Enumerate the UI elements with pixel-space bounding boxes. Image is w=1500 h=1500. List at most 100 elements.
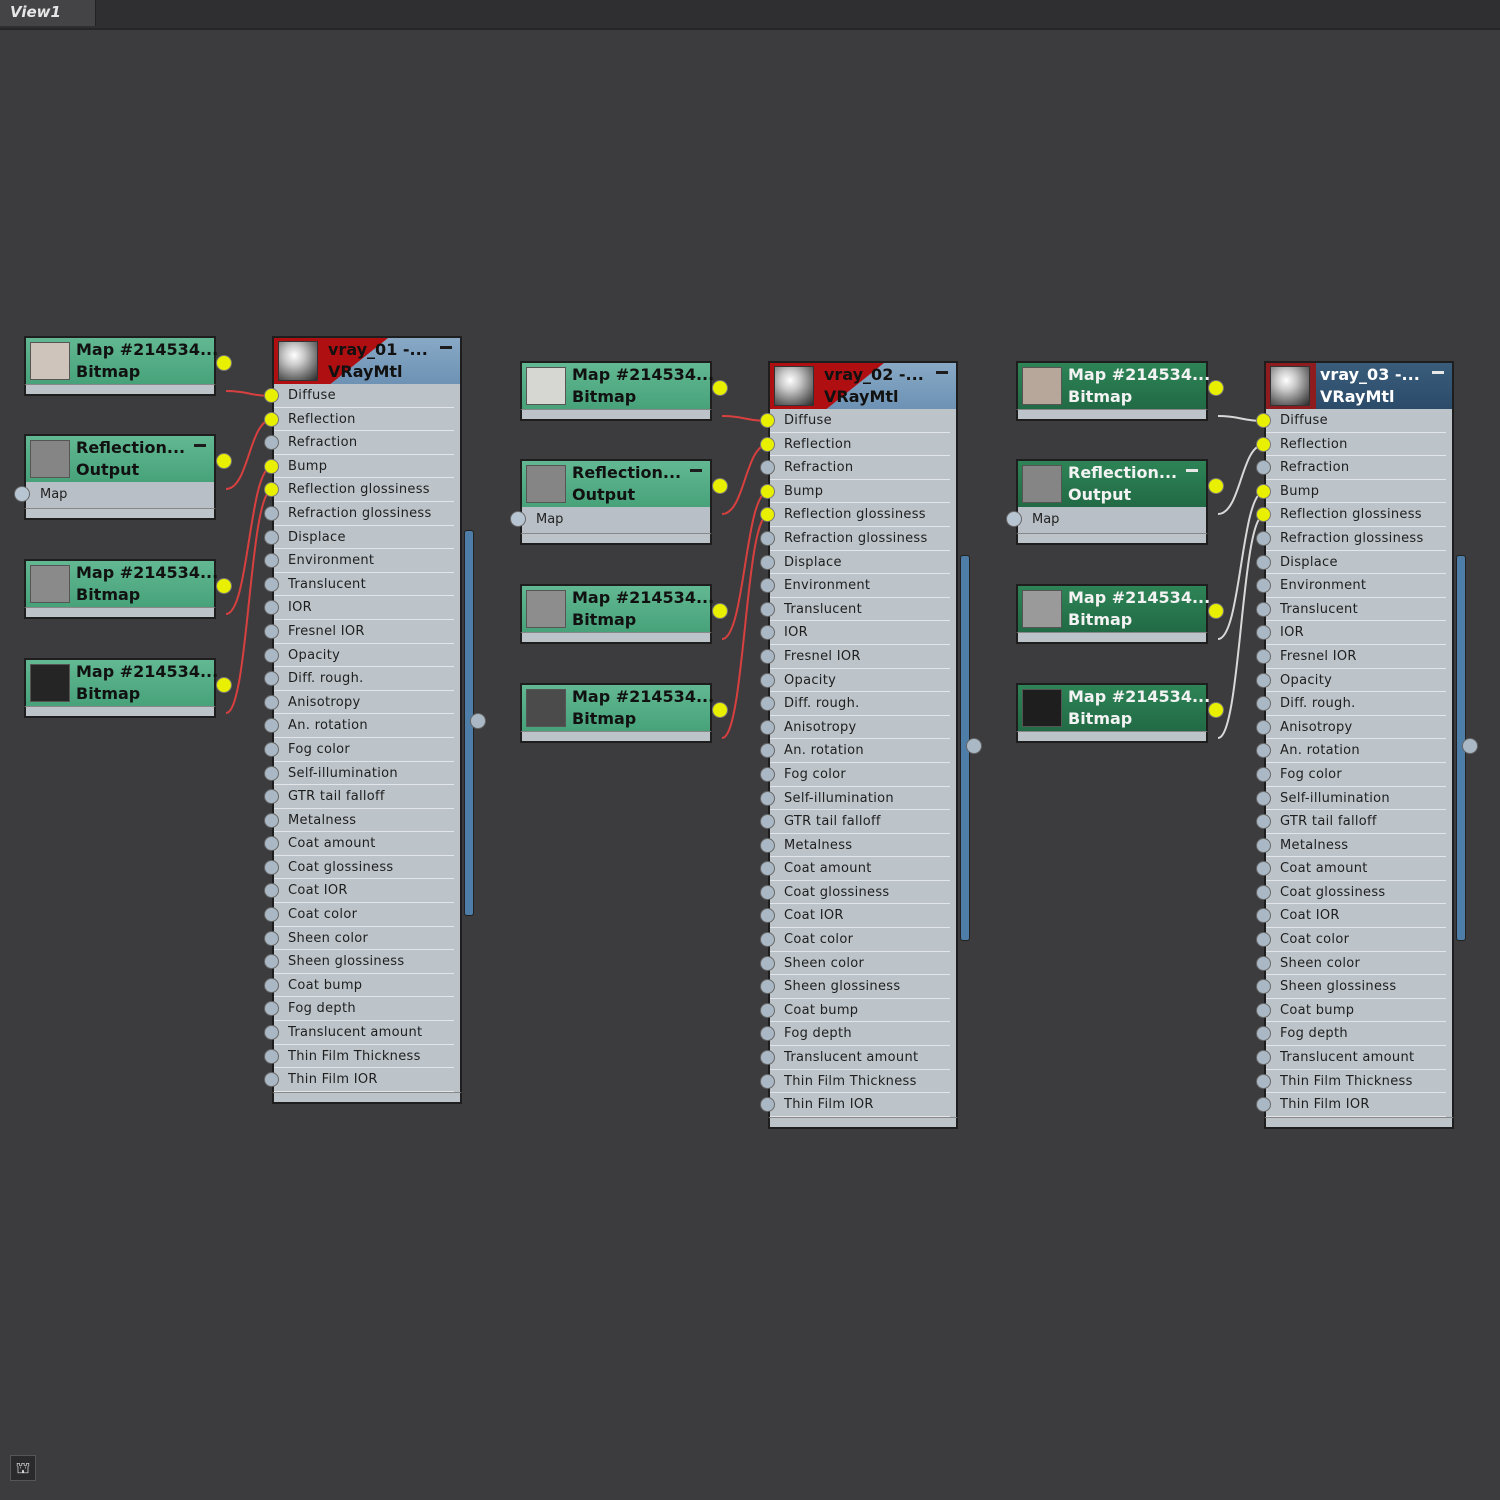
slot-socket[interactable] bbox=[760, 530, 775, 546]
slot-socket[interactable] bbox=[264, 623, 279, 639]
map-node[interactable]: Reflection... Output Map bbox=[1006, 459, 1224, 545]
output-socket[interactable] bbox=[1208, 478, 1224, 494]
slot-socket[interactable] bbox=[264, 954, 279, 970]
output-socket[interactable] bbox=[216, 677, 232, 693]
input-socket[interactable] bbox=[1006, 511, 1022, 527]
material-slot[interactable]: Thin Film IOR bbox=[264, 1068, 454, 1092]
slot-socket[interactable] bbox=[264, 859, 279, 875]
map-node[interactable]: Reflection... Output Map bbox=[14, 434, 232, 520]
material-slot[interactable]: Coat glossiness bbox=[760, 881, 950, 905]
slot-socket[interactable] bbox=[760, 932, 775, 948]
slot-socket[interactable] bbox=[264, 741, 279, 757]
slot-socket[interactable] bbox=[760, 648, 775, 664]
output-socket[interactable] bbox=[712, 380, 728, 396]
material-slot[interactable]: Sheen glossiness bbox=[264, 950, 454, 974]
slot-socket[interactable] bbox=[1256, 908, 1271, 924]
slot-socket[interactable] bbox=[760, 814, 775, 830]
slot-socket[interactable] bbox=[760, 1073, 775, 1089]
slot-socket[interactable] bbox=[264, 411, 279, 427]
slot-socket[interactable] bbox=[760, 908, 775, 924]
map-node[interactable]: Map #214534... Bitmap bbox=[520, 683, 728, 743]
material-slot[interactable]: Environment bbox=[264, 549, 454, 573]
slot-socket[interactable] bbox=[1256, 719, 1271, 735]
material-slot[interactable]: Bump bbox=[760, 480, 950, 504]
material-slot[interactable]: Coat glossiness bbox=[264, 856, 454, 880]
slot-socket[interactable] bbox=[264, 482, 279, 498]
map-node-header[interactable]: Map #214534... Bitmap bbox=[24, 336, 232, 384]
material-slot[interactable]: Diffuse bbox=[760, 409, 950, 433]
map-node-header[interactable]: Reflection... Output bbox=[520, 459, 728, 507]
slot-socket[interactable] bbox=[264, 529, 279, 545]
material-slot[interactable]: Anisotropy bbox=[1256, 716, 1446, 740]
material-slot[interactable]: Thin Film Thickness bbox=[760, 1070, 950, 1094]
slot-socket[interactable] bbox=[1256, 790, 1271, 806]
material-slot[interactable]: Bump bbox=[1256, 480, 1446, 504]
material-node-header[interactable]: vray_01 -... VRayMtl bbox=[272, 336, 462, 384]
slot-socket[interactable] bbox=[264, 600, 279, 616]
material-slot[interactable]: Reflection glossiness bbox=[760, 503, 950, 527]
map-node[interactable]: Map #214534... Bitmap bbox=[520, 584, 728, 644]
material-node-header[interactable]: vray_02 -... VRayMtl bbox=[768, 361, 958, 409]
material-slot[interactable]: Metalness bbox=[760, 834, 950, 858]
material-slot[interactable]: Refraction glossiness bbox=[1256, 527, 1446, 551]
map-node[interactable]: Map #214534... Bitmap bbox=[1016, 683, 1224, 743]
slot-socket[interactable] bbox=[264, 505, 279, 521]
material-slot[interactable]: GTR tail falloff bbox=[264, 785, 454, 809]
material-slot[interactable]: IOR bbox=[760, 621, 950, 645]
slot-socket[interactable] bbox=[264, 671, 279, 687]
map-node-header[interactable]: Map #214534... Bitmap bbox=[520, 683, 728, 731]
slot-socket[interactable] bbox=[760, 837, 775, 853]
slot-socket[interactable] bbox=[264, 789, 279, 805]
material-slot[interactable]: Environment bbox=[1256, 574, 1446, 598]
collapse-icon[interactable] bbox=[440, 346, 452, 349]
material-slot[interactable]: Self-illumination bbox=[264, 762, 454, 786]
slot-socket[interactable] bbox=[760, 955, 775, 971]
slot-socket[interactable] bbox=[1256, 1002, 1271, 1018]
slot-socket[interactable] bbox=[760, 436, 775, 452]
collapse-icon[interactable] bbox=[1186, 469, 1198, 472]
material-slot[interactable]: Refraction bbox=[264, 431, 454, 455]
map-node[interactable]: Map #214534... Bitmap bbox=[520, 361, 728, 421]
output-socket[interactable] bbox=[712, 603, 728, 619]
material-slot[interactable]: Fog color bbox=[760, 763, 950, 787]
slot-socket[interactable] bbox=[760, 413, 775, 428]
output-socket[interactable] bbox=[712, 702, 728, 718]
input-socket[interactable] bbox=[510, 511, 526, 527]
slot-socket[interactable] bbox=[1256, 672, 1271, 688]
map-node-header[interactable]: Reflection... Output bbox=[1016, 459, 1224, 507]
slot-socket[interactable] bbox=[1256, 766, 1271, 782]
slot-socket[interactable] bbox=[1256, 554, 1271, 570]
material-slot[interactable]: Coat glossiness bbox=[1256, 881, 1446, 905]
material-slot[interactable]: Coat bump bbox=[264, 974, 454, 998]
slot-socket[interactable] bbox=[1256, 696, 1271, 712]
output-socket[interactable] bbox=[712, 478, 728, 494]
material-output-socket[interactable] bbox=[1462, 738, 1478, 754]
material-slot[interactable]: Translucent amount bbox=[264, 1021, 454, 1045]
material-slot[interactable]: Displace bbox=[264, 526, 454, 550]
material-slot[interactable]: Sheen color bbox=[760, 952, 950, 976]
material-slot[interactable]: An. rotation bbox=[264, 714, 454, 738]
map-node[interactable]: Reflection... Output Map bbox=[510, 459, 728, 545]
slot-socket[interactable] bbox=[760, 578, 775, 594]
material-slot[interactable]: Fog depth bbox=[1256, 1022, 1446, 1047]
slot-socket[interactable] bbox=[760, 861, 775, 877]
slot-socket[interactable] bbox=[760, 1026, 775, 1042]
slot-socket[interactable] bbox=[760, 884, 775, 900]
material-slot[interactable]: Diffuse bbox=[1256, 409, 1446, 433]
material-slot[interactable]: Sheen glossiness bbox=[760, 975, 950, 999]
map-node[interactable]: Map #214534... Bitmap bbox=[1016, 361, 1224, 421]
slot-socket[interactable] bbox=[264, 1048, 279, 1064]
material-slot[interactable]: Reflection bbox=[1256, 433, 1446, 457]
slot-socket[interactable] bbox=[1256, 436, 1271, 452]
slot-socket[interactable] bbox=[264, 930, 279, 946]
material-slot[interactable]: Fresnel IOR bbox=[1256, 645, 1446, 669]
input-socket[interactable] bbox=[14, 486, 30, 502]
material-slot[interactable]: Translucent bbox=[760, 598, 950, 622]
output-socket[interactable] bbox=[1208, 702, 1224, 718]
material-slot[interactable]: Sheen glossiness bbox=[1256, 975, 1446, 999]
material-slot[interactable]: Displace bbox=[760, 551, 950, 575]
material-slot[interactable]: Metalness bbox=[1256, 834, 1446, 858]
connection-wire[interactable] bbox=[721, 443, 769, 515]
material-slot[interactable]: Fog depth bbox=[264, 997, 454, 1022]
material-slot[interactable]: Refraction glossiness bbox=[264, 502, 454, 526]
